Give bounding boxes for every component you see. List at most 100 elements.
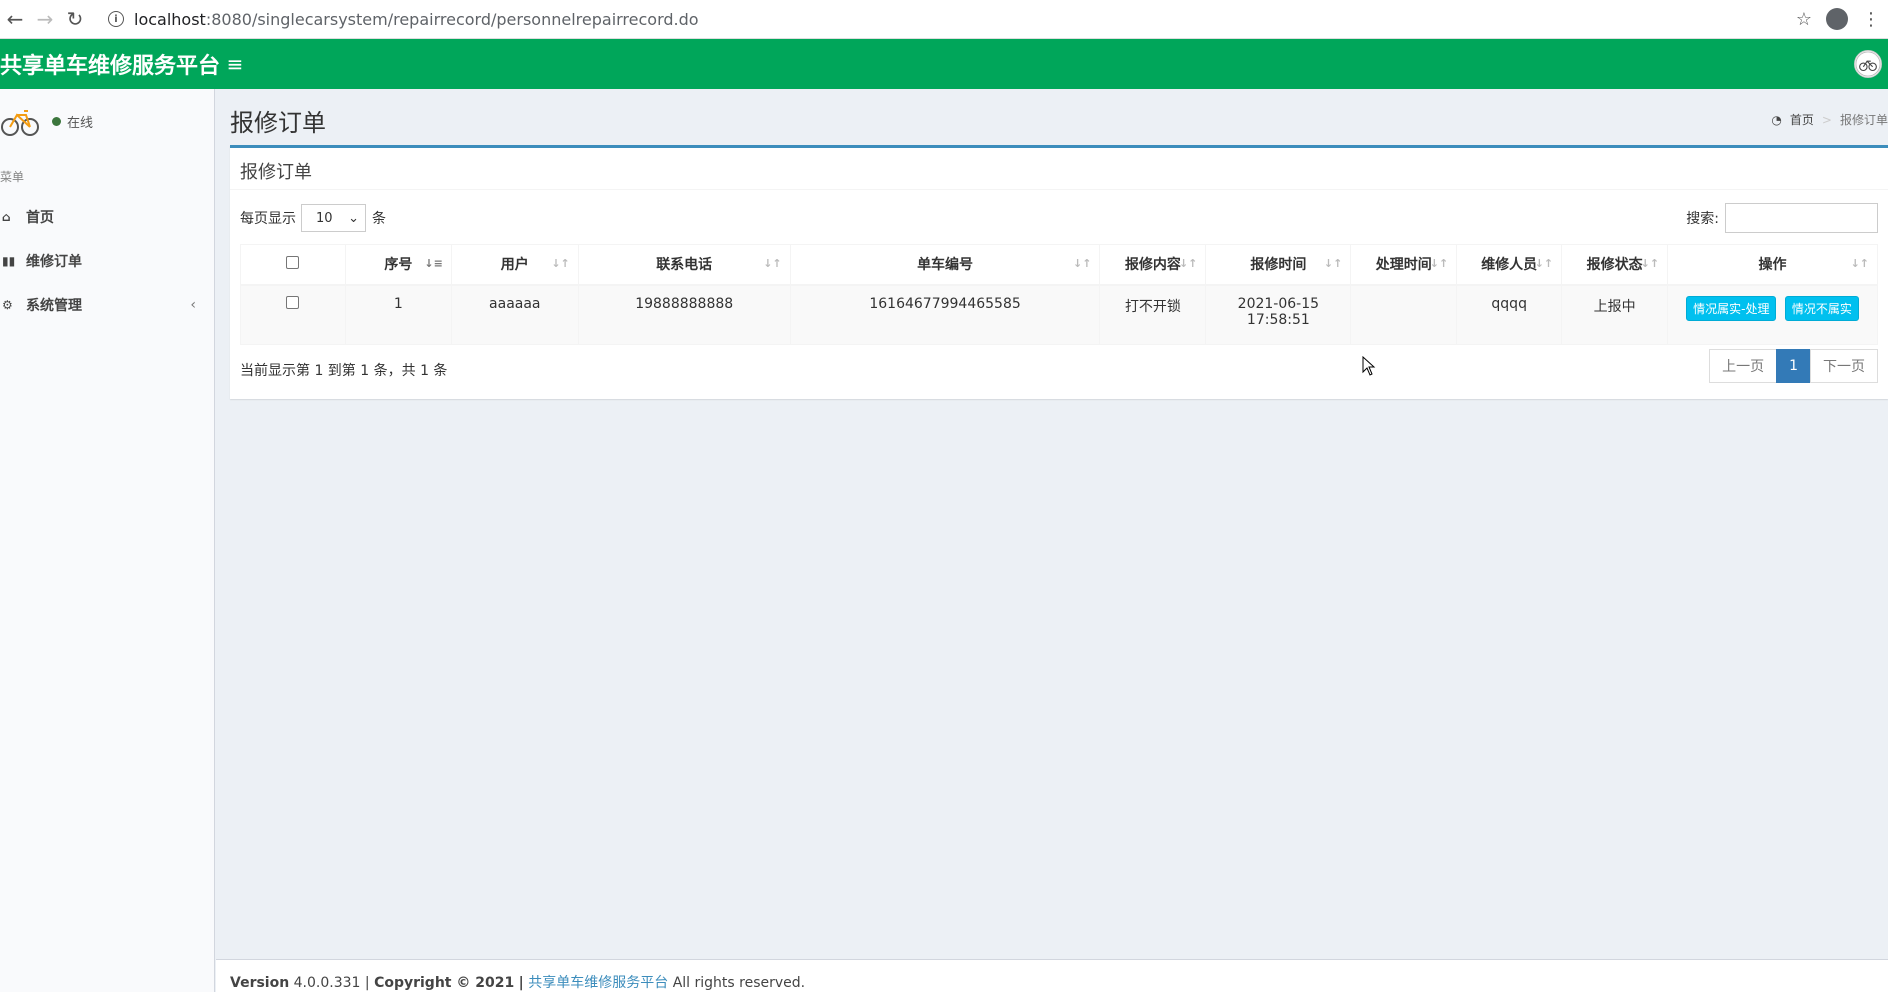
version-number: 4.0.0.331 <box>293 975 361 991</box>
table-header-row: 序号 ↓≡ 用户 ↓↑ 联系电话 ↓↑ 单车编号 ↓↑ 报修内容 ↓↑ 报修时间 ↓↑ 处理… <box>240 244 1878 286</box>
cell-bike-no: 16164677994465585 <box>789 284 1101 345</box>
sort-icon: ↓↑ <box>1429 257 1449 270</box>
back-icon[interactable]: ← <box>0 4 30 34</box>
reload-icon[interactable]: ↻ <box>60 4 90 34</box>
hamburger-icon[interactable]: ≡ <box>215 52 255 76</box>
confirm-handle-button[interactable]: 情况属实-处理 <box>1686 295 1777 321</box>
search-label: 搜索: <box>1686 211 1719 227</box>
sort-icon: ↓↑ <box>1073 257 1092 270</box>
info-icon[interactable]: i <box>108 11 124 27</box>
breadcrumb-current: 报修订单 <box>1839 113 1888 127</box>
forward-icon[interactable]: → <box>30 4 60 34</box>
next-page-button[interactable]: 下一页 <box>1810 349 1878 383</box>
row-select-cell <box>240 284 346 345</box>
table-info: 当前显示第 1 到第 1 条，共 1 条 <box>240 363 448 379</box>
sort-icon: ↓↑ <box>551 257 570 270</box>
home-icon: ⌂ <box>2 210 11 224</box>
sidebar-item-label: 维修订单 <box>26 254 82 270</box>
length-label-post: 条 <box>372 211 386 227</box>
sort-icon: ↓↑ <box>1178 257 1198 270</box>
profile-icon[interactable] <box>1826 8 1848 30</box>
page-length-value: 10 <box>316 210 333 226</box>
cell-repairer: qqqq <box>1456 284 1563 345</box>
gear-icon: ⚙ <box>2 298 13 312</box>
url-host: localhost <box>134 9 206 29</box>
prev-page-button[interactable]: 上一页 <box>1709 349 1778 383</box>
browser-toolbar: ← → ↻ i localhost:8080/singlecarsystem/r… <box>0 0 1888 39</box>
select-all-checkbox[interactable] <box>286 255 300 269</box>
column-header[interactable]: 联系电话 ↓↑ <box>577 244 791 286</box>
sidebar-item-label: 系统管理 <box>26 298 82 314</box>
page-title: 报修订单 <box>230 109 326 137</box>
sort-asc-icon: ↓≡ <box>424 257 443 270</box>
url-path: :8080/singlecarsystem/repairrecord/perso… <box>205 9 699 29</box>
column-header[interactable]: 操作 ↓↑ <box>1667 244 1878 286</box>
reject-button[interactable]: 情况不属实 <box>1784 295 1859 321</box>
table-row: 1 aaaaaa 19888888888 16164677994465585 打… <box>240 284 1878 345</box>
report-clock: 17:58:51 <box>1246 311 1310 328</box>
copyright: Copyright © 2021 <box>374 975 515 991</box>
sort-icon: ↓↑ <box>763 257 782 270</box>
bike-avatar-icon <box>1 110 39 136</box>
column-header[interactable]: 维修人员 ↓↑ <box>1456 244 1563 286</box>
user-avatar-icon[interactable] <box>1854 50 1882 78</box>
row-checkbox[interactable] <box>286 295 300 309</box>
column-header[interactable]: 单车编号 ↓↑ <box>789 244 1101 286</box>
breadcrumb-home[interactable]: 首页 <box>1790 111 1814 128</box>
sidebar-item-home[interactable]: ⌂ 首页 <box>0 195 214 239</box>
search-input[interactable] <box>1725 203 1878 233</box>
column-header[interactable]: 报修时间 ↓↑ <box>1205 244 1352 286</box>
sort-icon: ↓↑ <box>1640 257 1660 270</box>
page-length-select[interactable]: 10 ⌄ <box>301 204 366 232</box>
column-header[interactable]: 报修状态 ↓↑ <box>1561 244 1669 286</box>
select-all-header <box>240 244 346 286</box>
sidebar: 在线 菜单 ⌂ 首页 ▮▮ 维修订单 ⚙ 系统管理 ‹ <box>0 89 215 992</box>
pagination: 上一页 1 下一页 <box>1709 349 1878 383</box>
column-header[interactable]: 处理时间 ↓↑ <box>1350 244 1458 286</box>
chevron-down-icon: ⌄ <box>348 210 359 226</box>
sidebar-item-repair-orders[interactable]: ▮▮ 维修订单 <box>0 239 214 283</box>
sort-icon: ↓↑ <box>1534 257 1554 270</box>
page-1-button[interactable]: 1 <box>1776 349 1811 383</box>
report-date: 2021-06-15 <box>1237 295 1320 312</box>
orders-box: 报修订单 每页显示 10 ⌄ 条 搜索: 序号 ↓≡ 用户 ↓↑ 联系电话 ↓↑… <box>230 145 1888 399</box>
footer-brand-link[interactable]: 共享单车维修服务平台 <box>528 975 668 991</box>
cell-actions: 情况属实-处理 情况不属实 <box>1667 284 1878 345</box>
column-header[interactable]: 序号 ↓≡ <box>344 244 452 286</box>
online-status: 在线 <box>67 115 94 131</box>
cell-phone: 19888888888 <box>577 284 791 345</box>
footer: Version 4.0.0.331 | Copyright © 2021 | 共… <box>216 959 1888 992</box>
search-wrap: 搜索: <box>1686 203 1878 233</box>
sidebar-item-label: 首页 <box>26 210 54 226</box>
cell-index: 1 <box>344 284 452 345</box>
menu-header: 菜单 <box>0 170 25 184</box>
mouse-cursor-icon <box>1362 356 1376 376</box>
online-status-icon <box>52 116 61 126</box>
length-label-pre: 每页显示 <box>240 211 296 227</box>
breadcrumb: ◔ 首页 > 报修订单 <box>1771 111 1888 128</box>
cell-handle-time <box>1350 284 1458 345</box>
orders-table: 序号 ↓≡ 用户 ↓↑ 联系电话 ↓↑ 单车编号 ↓↑ 报修内容 ↓↑ 报修时间 ↓↑ 处理… <box>240 244 1878 345</box>
column-header[interactable]: 报修内容 ↓↑ <box>1099 244 1207 286</box>
user-panel: 在线 <box>0 89 214 153</box>
menu-dots-icon[interactable]: ⋮ <box>1862 9 1880 30</box>
star-icon[interactable]: ☆ <box>1796 9 1812 30</box>
version-label: Version <box>230 975 290 991</box>
column-header[interactable]: 用户 ↓↑ <box>450 244 579 286</box>
table-controls: 每页显示 10 ⌄ 条 搜索: <box>240 202 1878 234</box>
dashboard-icon: ◔ <box>1771 112 1782 127</box>
sidebar-item-system[interactable]: ⚙ 系统管理 ‹ <box>0 283 214 327</box>
logo[interactable]: 共享单车维修服务平台 <box>0 48 220 80</box>
main-header: 共享单车维修服务平台 ≡ <box>0 39 1888 89</box>
bar-chart-icon: ▮▮ <box>2 254 16 268</box>
cell-user: aaaaaa <box>450 284 579 345</box>
cell-status: 上报中 <box>1561 284 1669 345</box>
breadcrumb-separator: > <box>1821 112 1832 127</box>
sort-icon: ↓↑ <box>1323 257 1343 270</box>
address-bar[interactable]: i localhost:8080/singlecarsystem/repairr… <box>98 4 1788 34</box>
rights-text: All rights reserved. <box>672 975 806 991</box>
cell-content: 打不开锁 <box>1099 284 1207 345</box>
content-wrapper: 报修订单 ◔ 首页 > 报修订单 报修订单 每页显示 10 ⌄ 条 搜索: 序号… <box>216 89 1888 959</box>
chevron-left-icon: ‹ <box>190 297 196 313</box>
sort-icon: ↓↑ <box>1850 257 1869 270</box>
